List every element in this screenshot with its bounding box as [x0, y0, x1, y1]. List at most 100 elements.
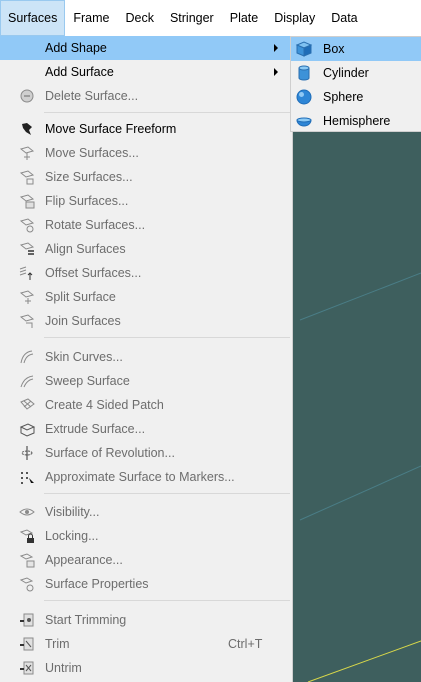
menu-item-label: Extrude Surface... [45, 422, 146, 436]
submenu-item-label: Box [323, 42, 345, 56]
menu-item-label: Offset Surfaces... [45, 266, 142, 280]
size-surfaces-icon [19, 170, 35, 185]
menu-item-split-surface[interactable]: Split Surface [0, 285, 292, 309]
menu-item-offset-surfaces[interactable]: Offset Surfaces... [0, 261, 292, 285]
menu-item-align-surfaces[interactable]: Align Surfaces [0, 237, 292, 261]
menu-separator [44, 337, 290, 338]
menu-item-label: Add Surface [45, 65, 114, 79]
menu-surfaces[interactable]: Surfaces [0, 0, 66, 36]
menu-item-label: Flip Surfaces... [45, 194, 129, 208]
menu-item-label: Sweep Surface [45, 374, 130, 388]
menu-item-rotate-surfaces[interactable]: Rotate Surfaces... [0, 213, 292, 237]
menu-item-label: Split Surface [45, 290, 116, 304]
menu-bar: Surfaces Frame Deck Stringer Plate Displ… [0, 0, 421, 37]
menu-separator [44, 493, 290, 494]
menu-item-label: Untrim [45, 661, 82, 675]
menu-item-create-4-sided-patch[interactable]: Create 4 Sided Patch [0, 393, 292, 417]
menu-item-label: Locking... [45, 529, 99, 543]
hemisphere-icon [296, 117, 312, 127]
submenu-item-hemisphere[interactable]: Hemisphere [291, 109, 421, 133]
menu-item-label: Align Surfaces [45, 242, 126, 256]
menu-item-delete-surface[interactable]: Delete Surface... [0, 84, 292, 108]
menu-frame[interactable]: Frame [65, 0, 117, 36]
menu-separator [44, 112, 290, 113]
offset-surfaces-icon [19, 266, 33, 280]
submenu-item-label: Hemisphere [323, 114, 391, 128]
join-surfaces-icon [19, 314, 35, 328]
sweep-surface-icon [20, 375, 34, 388]
menu-item-start-trimming[interactable]: Start Trimming [0, 608, 292, 632]
extrude-surface-icon [19, 423, 36, 437]
submenu-item-sphere[interactable]: Sphere [291, 85, 421, 109]
menu-item-label: Size Surfaces... [45, 170, 133, 184]
submenu-item-box[interactable]: Box [291, 37, 421, 61]
submenu-item-cylinder[interactable]: Cylinder [291, 61, 421, 85]
menu-item-label: Skin Curves... [45, 350, 123, 364]
menu-item-label: Create 4 Sided Patch [45, 398, 164, 412]
menu-separator [44, 600, 290, 601]
submenu-arrow-icon [274, 44, 278, 52]
flip-surfaces-icon [19, 194, 35, 209]
menu-item-move-surfaces[interactable]: Move Surfaces... [0, 141, 292, 165]
menu-item-move-surface-freeform[interactable]: Move Surface Freeform [0, 117, 292, 141]
skin-curves-icon [20, 350, 34, 364]
menu-item-appearance[interactable]: Appearance... [0, 548, 292, 572]
delete-surface-icon [20, 89, 34, 103]
surface-properties-icon [19, 577, 34, 592]
menu-deck[interactable]: Deck [117, 0, 161, 36]
menu-item-extrude-surface[interactable]: Extrude Surface... [0, 417, 292, 441]
menu-data[interactable]: Data [323, 0, 365, 36]
menu-item-join-surfaces[interactable]: Join Surfaces [0, 309, 292, 333]
menu-item-surface-of-revolution[interactable]: Surface of Revolution... [0, 441, 292, 465]
start-trimming-icon [20, 613, 34, 627]
move-surfaces-icon [19, 146, 35, 160]
split-surface-icon [19, 290, 35, 304]
menu-item-untrim[interactable]: Untrim [0, 656, 292, 680]
sphere-icon [296, 89, 312, 105]
submenu-item-label: Sphere [323, 90, 364, 104]
menu-item-label: Approximate Surface to Markers... [45, 470, 235, 484]
menu-item-add-shape[interactable]: Add Shape [0, 36, 292, 60]
cylinder-icon [298, 65, 310, 81]
menu-item-label: Surface Properties [45, 577, 149, 591]
menu-item-surface-properties[interactable]: Surface Properties [0, 572, 292, 596]
menu-item-label: Start Trimming [45, 613, 127, 627]
menu-item-label: Rotate Surfaces... [45, 218, 146, 232]
menu-item-label: Move Surface Freeform [45, 122, 177, 136]
approximate-surface-icon [21, 472, 34, 484]
appearance-icon [19, 553, 35, 568]
rotate-surfaces-icon [19, 218, 35, 233]
menu-item-size-surfaces[interactable]: Size Surfaces... [0, 165, 292, 189]
menu-item-flip-surfaces[interactable]: Flip Surfaces... [0, 189, 292, 213]
menu-stringer[interactable]: Stringer [162, 0, 222, 36]
menu-item-add-surface[interactable]: Add Surface [0, 60, 292, 84]
menu-item-label: Appearance... [45, 553, 123, 567]
trim-icon [20, 637, 34, 651]
surface-of-revolution-icon [21, 446, 33, 460]
four-sided-patch-icon [20, 398, 35, 410]
freeform-hand-icon [22, 123, 32, 135]
shortcut-label: Ctrl+T [228, 637, 263, 651]
menu-item-label: Surface of Revolution... [45, 446, 175, 460]
menu-item-label: Delete Surface... [45, 89, 139, 103]
menu-item-label: Add Shape [45, 41, 107, 55]
menu-item-locking[interactable]: Locking... [0, 524, 292, 548]
eye-icon [19, 508, 35, 516]
submenu-arrow-icon [274, 68, 278, 76]
menu-item-label: Join Surfaces [45, 314, 121, 328]
menu-item-skin-curves[interactable]: Skin Curves... [0, 345, 292, 369]
menu-item-trim[interactable]: Trim Ctrl+T [0, 632, 292, 656]
untrim-icon [20, 661, 34, 675]
menu-item-label: Move Surfaces... [45, 146, 139, 160]
menu-display[interactable]: Display [266, 0, 323, 36]
menu-plate[interactable]: Plate [222, 0, 267, 36]
menu-item-label: Visibility... [45, 505, 100, 519]
menu-item-visibility[interactable]: Visibility... [0, 500, 292, 524]
lock-icon [19, 529, 34, 543]
add-shape-submenu: Box Cylinder Sphere Hemisphere [290, 36, 421, 132]
menu-item-approximate-surface[interactable]: Approximate Surface to Markers... [0, 465, 292, 489]
box-icon [295, 41, 313, 57]
menu-item-sweep-surface[interactable]: Sweep Surface [0, 369, 292, 393]
submenu-item-label: Cylinder [323, 66, 369, 80]
align-surfaces-icon [19, 242, 35, 255]
